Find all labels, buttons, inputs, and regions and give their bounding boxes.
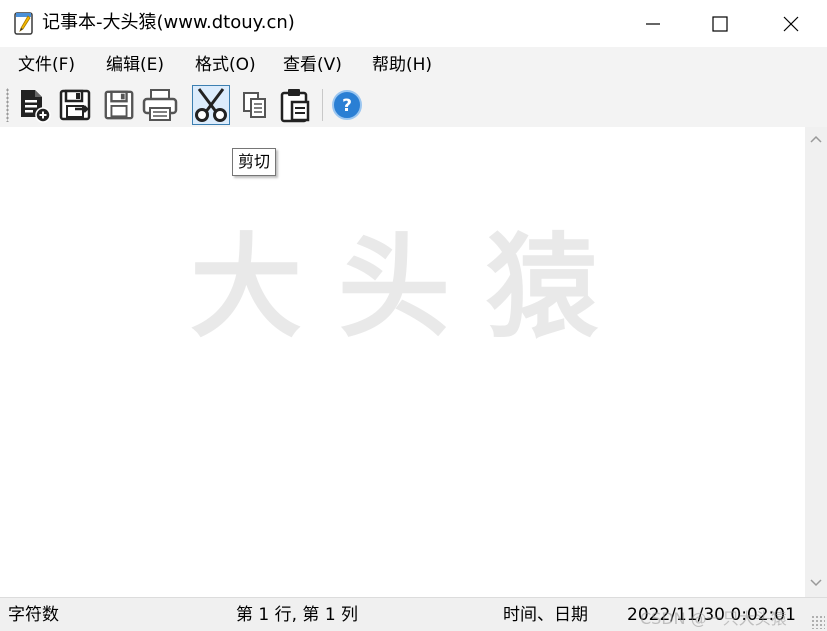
paste-button[interactable] (277, 85, 315, 125)
watermark-text: 大头猿 (190, 223, 634, 353)
help-icon: ? (332, 90, 362, 120)
new-file-icon (21, 90, 51, 123)
cut-icon (195, 88, 227, 122)
save-button[interactable] (100, 85, 138, 125)
toolbar-grip[interactable] (6, 88, 9, 122)
maximize-icon (712, 15, 728, 32)
status-cursor-position: 第 1 行, 第 1 列 (236, 605, 359, 625)
new-file-button[interactable] (15, 85, 53, 125)
status-bar: 字符数 第 1 行, 第 1 列 时间、日期 2022/11/30 0:02:0… (0, 597, 827, 631)
paste-icon (280, 89, 310, 123)
minimize-button[interactable] (630, 0, 676, 47)
minimize-icon (646, 22, 660, 25)
menu-help[interactable]: 帮助(H) (372, 54, 432, 76)
menu-view[interactable]: 查看(V) (283, 54, 342, 76)
maximize-button[interactable] (697, 0, 743, 47)
menu-bar: 文件(F) 编辑(E) 格式(O) 查看(V) 帮助(H) (0, 47, 827, 83)
svg-text:?: ? (342, 96, 352, 116)
menu-edit[interactable]: 编辑(E) (106, 54, 164, 76)
menu-file[interactable]: 文件(F) (18, 54, 75, 76)
window-title: 记事本-大头猿(www.dtouy.cn) (42, 12, 295, 33)
notepad-app-icon (14, 12, 33, 35)
notepad-window: 记事本-大头猿(www.dtouy.cn) 文件(F) 编辑(E) 格式(O) … (0, 0, 827, 631)
title-bar[interactable]: 记事本-大头猿(www.dtouy.cn) (0, 0, 827, 47)
copy-icon (243, 92, 266, 118)
cut-tooltip: 剪切 (232, 148, 277, 176)
scroll-down-button[interactable] (805, 573, 827, 593)
close-button[interactable] (768, 0, 814, 47)
toolbar-separator (322, 89, 323, 121)
copy-button[interactable] (236, 85, 274, 125)
csdn-watermark: CSDN @一只大头猿 (640, 609, 787, 628)
status-datetime-label: 时间、日期 (503, 605, 588, 625)
close-icon (783, 16, 799, 31)
save-icon (104, 90, 134, 120)
text-editor-area[interactable]: 大头猿 剪切 (0, 127, 805, 597)
resize-grip[interactable] (811, 615, 825, 629)
status-char-count: 字符数 (8, 605, 59, 625)
chevron-up-icon (810, 135, 822, 143)
print-button[interactable] (141, 85, 179, 125)
chevron-down-icon (810, 579, 822, 587)
vertical-scrollbar[interactable] (805, 127, 827, 597)
menu-format[interactable]: 格式(O) (195, 54, 256, 76)
help-button[interactable]: ? (328, 85, 366, 125)
scroll-up-button[interactable] (805, 129, 827, 149)
print-icon (142, 89, 178, 121)
save-as-icon (59, 89, 91, 121)
toolbar: ? (0, 83, 827, 127)
cut-button[interactable] (192, 85, 230, 125)
save-as-button[interactable] (57, 85, 95, 125)
